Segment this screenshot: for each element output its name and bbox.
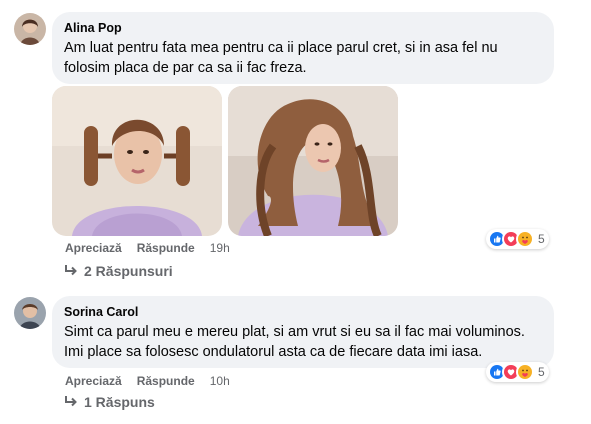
view-replies-link[interactable]: 2 Răspunsuri: [64, 263, 173, 279]
comment-photos: [52, 86, 398, 236]
comment-photo[interactable]: [228, 86, 398, 236]
comment-text: Am luat pentru fata mea pentru ca ii pla…: [64, 38, 542, 78]
comment-actions: Apreciază Răspunde 19h: [65, 240, 230, 256]
avatar[interactable]: [14, 297, 46, 329]
comment-author[interactable]: Sorina Carol: [64, 304, 542, 320]
reactions-summary[interactable]: 5: [486, 362, 549, 382]
replies-label: 2 Răspunsuri: [84, 263, 173, 279]
comment-timestamp[interactable]: 10h: [210, 373, 230, 389]
comment-bubble: Sorina Carol Simt ca parul meu e mereu p…: [52, 296, 554, 368]
reply-arrow-icon: [64, 263, 78, 279]
care-icon: [516, 230, 534, 248]
reply-button[interactable]: Răspunde: [137, 373, 195, 389]
comment-bubble: Alina Pop Am luat pentru fata mea pentru…: [52, 12, 554, 84]
like-button[interactable]: Apreciază: [65, 240, 122, 256]
avatar[interactable]: [14, 13, 46, 45]
view-replies-link[interactable]: 1 Răspuns: [64, 394, 155, 410]
reactions-count: 5: [538, 232, 545, 246]
reactions-summary[interactable]: 5: [486, 229, 549, 249]
reply-arrow-icon: [64, 394, 78, 410]
comment-photo[interactable]: [52, 86, 222, 236]
comment-text-line: Simt ca parul meu e mereu plat, si am vr…: [64, 324, 525, 340]
like-button[interactable]: Apreciază: [65, 373, 122, 389]
comment-author[interactable]: Alina Pop: [64, 20, 542, 36]
comment-text-line: Am luat pentru fata mea pentru ca ii pla…: [64, 40, 498, 56]
comment-text-line: folosim placa de par ca sa ii fac freza.: [64, 60, 307, 76]
care-icon: [516, 363, 534, 381]
comment-timestamp[interactable]: 19h: [210, 240, 230, 256]
comment-text: Simt ca parul meu e mereu plat, si am vr…: [64, 322, 542, 362]
comment-actions: Apreciază Răspunde 10h: [65, 373, 230, 389]
comment-text-line: Imi place sa folosesc ondulatorul asta c…: [64, 344, 483, 360]
reactions-count: 5: [538, 365, 545, 379]
reply-button[interactable]: Răspunde: [137, 240, 195, 256]
replies-label: 1 Răspuns: [84, 394, 155, 410]
